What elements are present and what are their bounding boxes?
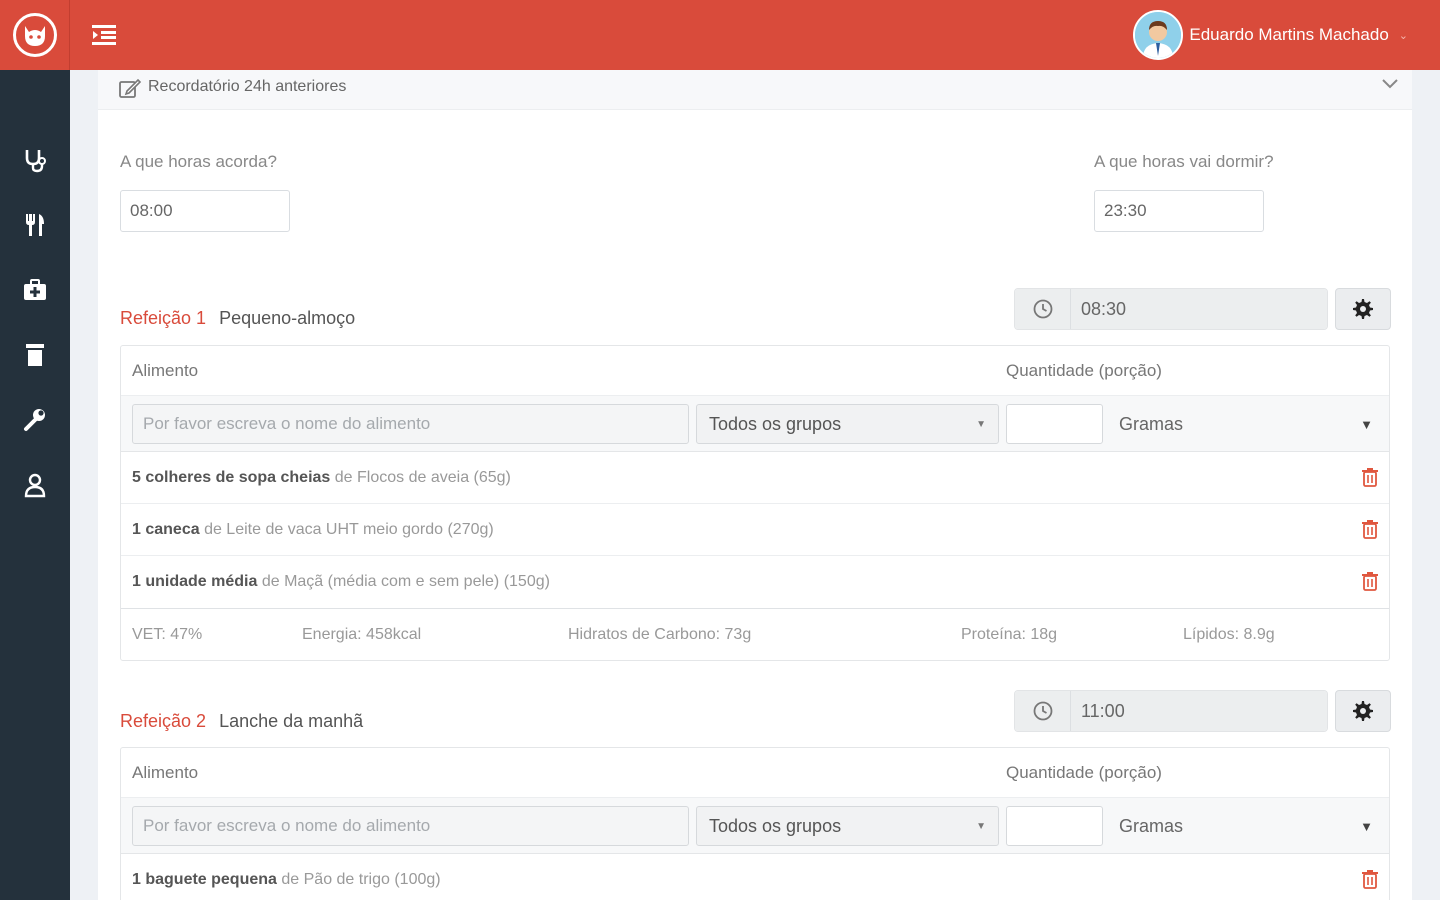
- meal-number: Refeição 2: [120, 711, 207, 731]
- sidebar-item-settings[interactable]: [20, 405, 50, 435]
- nutrition-summary: VET: 47% Energia: 458kcal Hidratos de Ca…: [121, 608, 1389, 660]
- summary-protein: Proteína: 18g: [961, 626, 1058, 643]
- clipboard-icon: [26, 344, 44, 366]
- list-item: 1 caneca de Leite de vaca UHT meio gordo…: [121, 504, 1389, 556]
- sidebar-item-profile[interactable]: [20, 470, 50, 500]
- summary-vet: VET: 47%: [132, 626, 203, 643]
- meal-1-time-input[interactable]: [1071, 289, 1327, 329]
- panel-header[interactable]: Recordatório 24h anteriores: [98, 70, 1412, 110]
- quantity-input[interactable]: [1006, 806, 1103, 846]
- caret-down-icon: ▼: [1360, 416, 1373, 432]
- trash-icon[interactable]: [1361, 519, 1379, 539]
- trash-icon[interactable]: [1361, 869, 1379, 889]
- stethoscope-icon: [25, 150, 46, 173]
- food-item-text: 1 caneca de Leite de vaca UHT meio gordo…: [132, 521, 494, 539]
- summary-carbs: Hidratos de Carbono: 73g: [568, 626, 752, 643]
- food-group-value: Todos os grupos: [709, 413, 842, 434]
- user-icon: [24, 473, 46, 498]
- gear-icon: [1353, 299, 1373, 319]
- unit-value: Gramas: [1119, 413, 1184, 434]
- food-description: de Flocos de aveia (65g): [334, 469, 511, 486]
- meal-2-time-group: [1014, 690, 1328, 732]
- wake-time-input[interactable]: [120, 190, 290, 232]
- list-item: 1 baguete pequena de Pão de trigo (100g): [121, 854, 1389, 900]
- clock-icon: [1015, 289, 1071, 329]
- meal-name: Pequeno-almoço: [219, 308, 356, 328]
- edit-icon: [119, 78, 142, 98]
- column-food: Alimento: [132, 763, 199, 782]
- table-header: Alimento Quantidade (porção): [121, 346, 1389, 396]
- quantity-input[interactable]: [1006, 404, 1103, 444]
- table-header: Alimento Quantidade (porção): [121, 748, 1389, 798]
- summary-energy: Energia: 458kcal: [302, 626, 422, 643]
- meal-2-table: Alimento Quantidade (porção) Todos os gr…: [120, 747, 1390, 900]
- food-group-value: Todos os grupos: [709, 815, 842, 836]
- food-portion: 1 caneca: [132, 521, 200, 538]
- food-description: de Maçã (média com e sem pele) (150g): [261, 573, 550, 590]
- caret-down-icon: ▼: [976, 820, 986, 832]
- food-item-text: 1 baguete pequena de Pão de trigo (100g): [132, 871, 441, 889]
- meal-number: Refeição 1: [120, 308, 207, 328]
- unit-value: Gramas: [1119, 815, 1184, 836]
- meal-1-settings-button[interactable]: [1335, 288, 1391, 330]
- trash-icon[interactable]: [1361, 467, 1379, 487]
- sleep-time-label: A que horas vai dormir?: [1094, 152, 1274, 171]
- avatar: [1133, 10, 1184, 60]
- food-description: de Leite de vaca UHT meio gordo (270g): [204, 521, 494, 538]
- utensils-icon: [26, 214, 44, 236]
- meal-1-label: Refeição 1 Pequeno-almoço: [120, 308, 355, 329]
- unit-select[interactable]: Gramas ▼: [1111, 404, 1381, 444]
- sidebar-item-consultation[interactable]: [20, 145, 50, 175]
- logo-icon: [12, 13, 57, 57]
- sidebar-item-meal-plan[interactable]: [20, 210, 50, 240]
- user-menu[interactable]: Eduardo Martins Machado ⌄: [1133, 10, 1408, 60]
- gear-icon: [1353, 701, 1373, 721]
- list-item: 5 colheres de sopa cheias de Flocos de a…: [121, 452, 1389, 504]
- food-portion: 1 baguete pequena: [132, 871, 277, 888]
- sidebar-item-medical[interactable]: [20, 275, 50, 305]
- meal-2-label: Refeição 2 Lanche da manhã: [120, 711, 363, 732]
- column-quantity: Quantidade (porção): [1006, 361, 1162, 380]
- panel-title: Recordatório 24h anteriores: [148, 78, 347, 95]
- food-portion: 1 unidade média: [132, 573, 258, 590]
- menu-toggle-button[interactable]: [88, 20, 120, 50]
- indent-menu-icon: [92, 25, 116, 45]
- column-food: Alimento: [132, 361, 199, 380]
- user-name: Eduardo Martins Machado: [1189, 25, 1389, 44]
- food-description: de Pão de trigo (100g): [281, 871, 441, 888]
- meal-1-time-group: [1014, 288, 1328, 330]
- app-logo[interactable]: [0, 0, 70, 70]
- summary-lipids: Lípidos: 8.9g: [1183, 626, 1275, 643]
- sidebar-item-records[interactable]: [20, 340, 50, 370]
- top-bar: Eduardo Martins Machado ⌄: [0, 0, 1440, 70]
- food-group-select[interactable]: Todos os grupos ▼: [696, 404, 999, 444]
- medical-kit-icon: [24, 279, 46, 300]
- caret-down-icon: ▼: [976, 418, 986, 430]
- food-search-row: Todos os grupos ▼ Gramas ▼: [121, 798, 1389, 854]
- food-search-input[interactable]: [132, 404, 689, 444]
- meal-1-table: Alimento Quantidade (porção) Todos os gr…: [120, 345, 1390, 661]
- food-search-input[interactable]: [132, 806, 689, 846]
- caret-down-icon: ▼: [1360, 818, 1373, 834]
- sleep-time-input[interactable]: [1094, 190, 1264, 232]
- wrench-icon: [24, 409, 45, 431]
- trash-icon[interactable]: [1361, 571, 1379, 591]
- meal-2-settings-button[interactable]: [1335, 690, 1391, 732]
- meal-2-time-input[interactable]: [1071, 691, 1327, 731]
- clock-icon: [1015, 691, 1071, 731]
- chevron-down-icon: ⌄: [1398, 29, 1408, 42]
- food-search-row: Todos os grupos ▼ Gramas ▼: [121, 396, 1389, 452]
- column-quantity: Quantidade (porção): [1006, 763, 1162, 782]
- food-item-text: 5 colheres de sopa cheias de Flocos de a…: [132, 469, 511, 487]
- sidebar: [0, 70, 70, 900]
- food-portion: 5 colheres de sopa cheias: [132, 469, 331, 486]
- food-group-select[interactable]: Todos os grupos ▼: [696, 806, 999, 846]
- meal-name: Lanche da manhã: [219, 711, 364, 731]
- recall-panel: Recordatório 24h anteriores A que horas …: [98, 70, 1412, 900]
- chevron-down-icon[interactable]: [1380, 76, 1400, 90]
- food-item-text: 1 unidade média de Maçã (média com e sem…: [132, 573, 550, 591]
- unit-select[interactable]: Gramas ▼: [1111, 806, 1381, 846]
- list-item: 1 unidade média de Maçã (média com e sem…: [121, 556, 1389, 608]
- wake-time-label: A que horas acorda?: [120, 152, 277, 171]
